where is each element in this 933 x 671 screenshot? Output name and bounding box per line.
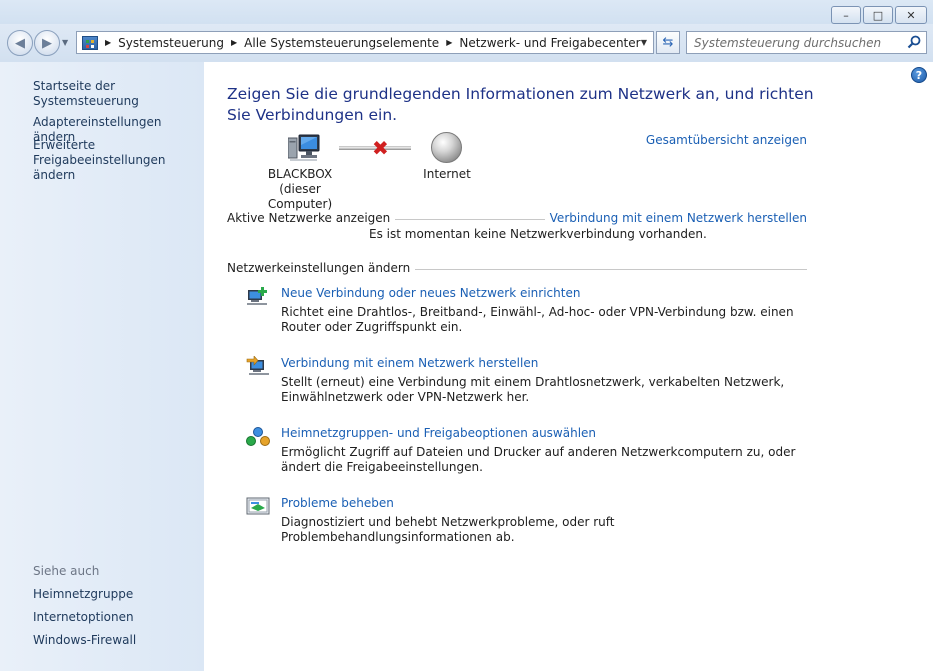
- no-connection-text: Es ist momentan keine Netzwerkverbindung…: [369, 227, 707, 241]
- see-also-label: Siehe auch: [33, 564, 100, 578]
- control-panel-icon: [82, 35, 98, 50]
- breadcrumb-separator-icon[interactable]: ▶: [446, 38, 452, 47]
- help-button[interactable]: ?: [911, 67, 927, 83]
- search-input[interactable]: [687, 32, 902, 53]
- troubleshoot-description: Diagnostiziert und behebt Netzwerkproble…: [281, 515, 615, 544]
- computer-label: BLACKBOX (dieser Computer): [250, 167, 350, 212]
- sidebar-link-control-panel-home[interactable]: Startseite der Systemsteuerung: [33, 79, 204, 109]
- breadcrumb-item[interactable]: Systemsteuerung: [118, 36, 224, 50]
- full-map-link[interactable]: Gesamtübersicht anzeigen: [646, 133, 807, 147]
- breadcrumb-item[interactable]: Alle Systemsteuerungselemente: [244, 36, 439, 50]
- window-controls: – □ ✕: [831, 6, 927, 24]
- maximize-button[interactable]: □: [863, 6, 893, 24]
- task-pane: Startseite der Systemsteuerung Adapterei…: [0, 62, 204, 671]
- homegroup-icon: [246, 427, 270, 446]
- new-connection-link[interactable]: Neue Verbindung oder neues Netzwerk einr…: [281, 286, 580, 300]
- internet-globe-icon[interactable]: [431, 132, 462, 163]
- page-title: Zeigen Sie die grundlegenden Information…: [227, 85, 814, 124]
- computer-name: BLACKBOX: [267, 167, 333, 181]
- active-networks-heading: Aktive Netzwerke anzeigen: [227, 211, 396, 225]
- forward-button[interactable]: ▶: [34, 30, 60, 56]
- refresh-button[interactable]: ⇆: [656, 31, 680, 54]
- connect-network-icon: [246, 356, 269, 375]
- breadcrumb-separator-icon[interactable]: ▶: [231, 38, 237, 47]
- minimize-icon: –: [843, 8, 849, 22]
- search-box[interactable]: [686, 31, 927, 54]
- sidebar-link-homegroup[interactable]: Heimnetzgruppe: [33, 587, 133, 602]
- new-connection-description: Richtet eine Drahtlos-, Breitband-, Einw…: [281, 305, 794, 334]
- maximize-icon: □: [872, 8, 884, 22]
- sidebar-link-internet-options[interactable]: Internetoptionen: [33, 610, 134, 625]
- homegroup-description: Ermöglicht Zugriff auf Dateien und Druck…: [281, 445, 796, 474]
- recent-pages-dropdown[interactable]: ▼: [62, 38, 68, 47]
- new-connection-icon: [247, 287, 267, 305]
- navigation-bar: ◀ ▶ ▼ ▶ Systemsteuerung ▶ Alle Systemste…: [0, 24, 933, 62]
- homegroup-link[interactable]: Heimnetzgruppen- und Freigabeoptionen au…: [281, 426, 596, 440]
- divider: [389, 269, 807, 270]
- sidebar-link-windows-firewall[interactable]: Windows-Firewall: [33, 633, 136, 648]
- breadcrumb-separator-icon[interactable]: ▶: [105, 38, 111, 47]
- internet-label: Internet: [423, 167, 471, 181]
- settings-heading: Netzwerkeinstellungen ändern: [227, 261, 416, 275]
- address-bar[interactable]: ▶ Systemsteuerung ▶ Alle Systemsteuerung…: [76, 31, 654, 54]
- forward-arrow-icon: ▶: [42, 35, 52, 51]
- connect-to-network-link[interactable]: Verbindung mit einem Netzwerk herstellen: [544, 211, 807, 225]
- address-dropdown-icon[interactable]: ▼: [641, 38, 647, 47]
- computer-sublabel: (dieser Computer): [267, 182, 333, 211]
- connect-network-description: Stellt (erneut) eine Verbindung mit eine…: [281, 375, 785, 404]
- minimize-button[interactable]: –: [831, 6, 861, 24]
- sidebar-link-advanced-sharing-cont[interactable]: Freigabeeinstellungen ändern: [33, 153, 204, 183]
- back-arrow-icon: ◀: [15, 35, 25, 51]
- refresh-icon: ⇆: [662, 35, 674, 50]
- breadcrumb-item[interactable]: Netzwerk- und Freigabecenter: [459, 36, 640, 50]
- sidebar-link-advanced-sharing[interactable]: Erweiterte: [33, 138, 95, 153]
- search-icon[interactable]: [907, 35, 921, 49]
- close-button[interactable]: ✕: [895, 6, 927, 24]
- main-content: ? Zeigen Sie die grundlegenden Informati…: [204, 62, 933, 671]
- troubleshoot-link[interactable]: Probleme beheben: [281, 496, 394, 510]
- disconnected-x-icon[interactable]: ✖: [372, 138, 389, 158]
- back-button[interactable]: ◀: [7, 30, 33, 56]
- computer-icon[interactable]: [288, 134, 320, 162]
- troubleshoot-icon: [246, 497, 270, 515]
- help-icon: ?: [915, 68, 923, 82]
- close-icon: ✕: [906, 8, 916, 22]
- connect-network-link[interactable]: Verbindung mit einem Netzwerk herstellen: [281, 356, 538, 370]
